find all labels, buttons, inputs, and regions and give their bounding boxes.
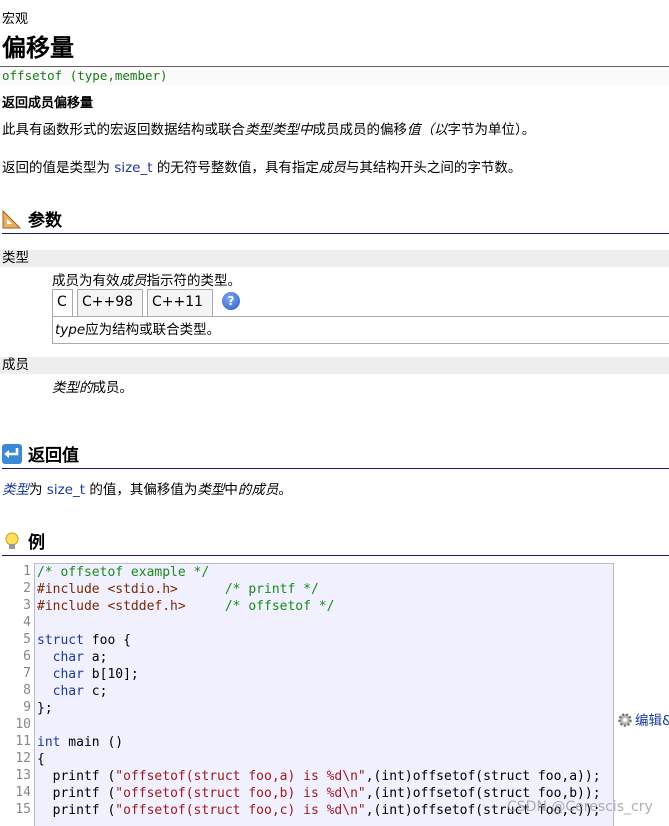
code-line: printf ("offsetof(struct foo,a) is %d\n"… (52, 769, 601, 784)
tab-c[interactable]: C (52, 289, 73, 316)
tab-content: type应为结构或联合类型。 (52, 316, 669, 344)
function-signature: offsetof (type,member) (0, 66, 669, 85)
page-title: 偏移量 (2, 34, 74, 62)
line-numbers: 1 2 3 4 5 6 7 8 9 10 11 12 13 14 15 (15, 564, 31, 817)
code-line: /* offsetof example */ (37, 565, 210, 580)
ruler-triangle-icon (2, 209, 22, 229)
param-member-desc: 类型的成员。 (52, 380, 133, 396)
size-t-link-2[interactable]: size_t (47, 482, 85, 498)
return-arrow-icon (2, 444, 22, 464)
watermark: CSDN @Cerescis_cry (507, 799, 653, 815)
tab-cpp11[interactable]: C++11 (147, 289, 213, 316)
code-line: #include <stdio.h> /* printf */ (37, 582, 319, 597)
param-type-desc: 成员为有效成员指示符的类型。 (52, 273, 241, 289)
edit-button[interactable]: 编辑& (617, 709, 669, 732)
code-line: struct foo { (37, 633, 131, 648)
return-text: 类型为 size_t 的值，其偏移值为类型中的成员。 (2, 482, 292, 498)
breadcrumb[interactable]: 宏观 (2, 8, 28, 27)
intro-paragraph-2: 返回的值是类型为 size_t 的无符号整数值，具有指定成员与其结构开头之间的字… (2, 160, 522, 176)
code-line: char a; (52, 650, 108, 665)
return-heading: 返回值 (2, 443, 669, 469)
size-t-link[interactable]: size_t (114, 160, 152, 176)
code-line: char c; (52, 684, 108, 699)
params-heading: 参数 (2, 208, 669, 234)
code-line: { (37, 752, 45, 767)
summary-heading: 返回成员偏移量 (2, 96, 94, 111)
gear-icon (617, 712, 633, 732)
code-line: int main () (37, 735, 124, 750)
code-line: #include <stddef.h> /* offsetof */ (37, 599, 335, 614)
code-line: }; (37, 701, 53, 716)
intro-paragraph-1: 此具有函数形式的宏返回数据结构或联合类型类型中成员成员的偏移值（以字节为单位）。 (2, 122, 536, 138)
code-block: 1 2 3 4 5 6 7 8 9 10 11 12 13 14 15 /* o… (0, 563, 614, 826)
example-heading: 例 (2, 530, 669, 556)
help-icon[interactable]: ? (222, 292, 240, 310)
param-type-name: 类型 (0, 250, 669, 267)
tab-cpp98[interactable]: C++98 (77, 289, 143, 316)
param-member-name: 成员 (0, 357, 669, 374)
lightbulb-icon (2, 531, 22, 551)
code-text[interactable]: /* offsetof example */ #include <stdio.h… (34, 563, 614, 826)
code-line: char b[10]; (52, 667, 139, 682)
